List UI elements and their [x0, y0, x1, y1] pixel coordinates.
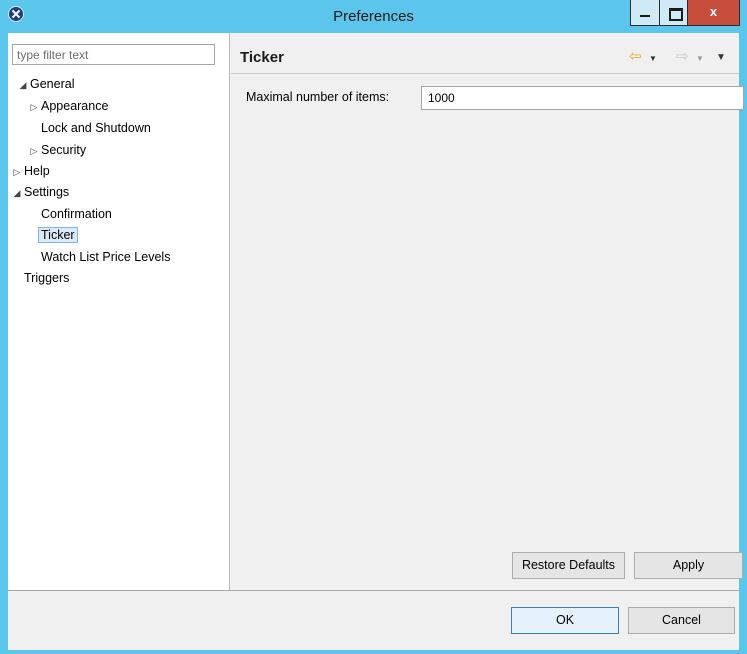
apply-button[interactable]: Apply [634, 552, 743, 579]
footer-divider [8, 590, 739, 591]
tree-item-label: Watch List Price Levels [41, 250, 171, 264]
collapse-arrow-icon[interactable]: ◢ [10, 184, 24, 202]
tree-item-label: Triggers [24, 271, 70, 285]
tree-item-label: Settings [24, 185, 70, 199]
header-divider [231, 73, 739, 74]
tree-item-label: Confirmation [41, 207, 112, 221]
preference-page-pane: Ticker ⇦ ▼ ⇨ ▼ ▼ Maximal number of items… [231, 33, 744, 590]
tree-item-lock-and-shutdown[interactable]: Lock and Shutdown [41, 119, 151, 137]
title-bar[interactable]: Preferences x [0, 0, 747, 33]
tree-item-label: Help [24, 164, 50, 178]
tree-item-appearance[interactable]: ▷ Appearance [27, 97, 109, 116]
expand-arrow-icon[interactable]: ▷ [10, 163, 24, 181]
tree-item-confirmation[interactable]: Confirmation [41, 205, 112, 223]
maximize-button[interactable] [659, 0, 688, 26]
restore-defaults-button[interactable]: Restore Defaults [512, 552, 625, 579]
tree-item-watch-list-price-levels[interactable]: Watch List Price Levels [41, 248, 170, 266]
tree-item-label: General [30, 77, 75, 91]
tree-item-general[interactable]: ◢ General [16, 75, 75, 94]
expand-arrow-icon[interactable]: ▷ [27, 142, 41, 160]
dialog-client-area: ◢General ▷Appearance Lock and Shutdown ▷… [8, 33, 744, 650]
tree-item-help[interactable]: ▷ Help [10, 162, 50, 180]
ok-button[interactable]: OK [511, 607, 619, 634]
forward-history-dropdown-icon[interactable]: ▼ [696, 52, 704, 66]
close-button[interactable]: x [687, 0, 740, 26]
tree-item-triggers[interactable]: Triggers [24, 269, 69, 287]
tree-item-label: Ticker [38, 227, 78, 243]
cancel-button[interactable]: Cancel [628, 607, 735, 634]
tree-item-settings[interactable]: ◢ Settings [10, 183, 70, 202]
tree-item-label: Appearance [41, 99, 109, 113]
tree-item-ticker[interactable]: Ticker [38, 226, 78, 244]
back-arrow-icon[interactable]: ⇦ [629, 49, 642, 64]
filter-input[interactable] [12, 44, 215, 65]
forward-arrow-icon[interactable]: ⇨ [676, 49, 689, 64]
preferences-window: Preferences x ◢General ▷Appearance Lock … [0, 0, 747, 654]
back-history-dropdown-icon[interactable]: ▼ [649, 52, 657, 66]
expand-arrow-icon[interactable]: ▷ [27, 98, 41, 116]
page-title: Ticker [240, 49, 284, 66]
tree-item-label: Security [41, 143, 87, 157]
preference-tree-pane: ◢General ▷Appearance Lock and Shutdown ▷… [8, 33, 230, 590]
tree-item-label: Lock and Shutdown [41, 121, 151, 135]
minimize-button[interactable] [630, 0, 660, 26]
view-menu-icon[interactable]: ▼ [716, 51, 726, 65]
close-icon: x [709, 4, 718, 19]
collapse-arrow-icon[interactable]: ◢ [16, 76, 30, 94]
max-items-input[interactable] [421, 86, 744, 110]
max-items-label: Maximal number of items: [246, 90, 390, 104]
tree-item-security[interactable]: ▷ Security [27, 141, 87, 160]
